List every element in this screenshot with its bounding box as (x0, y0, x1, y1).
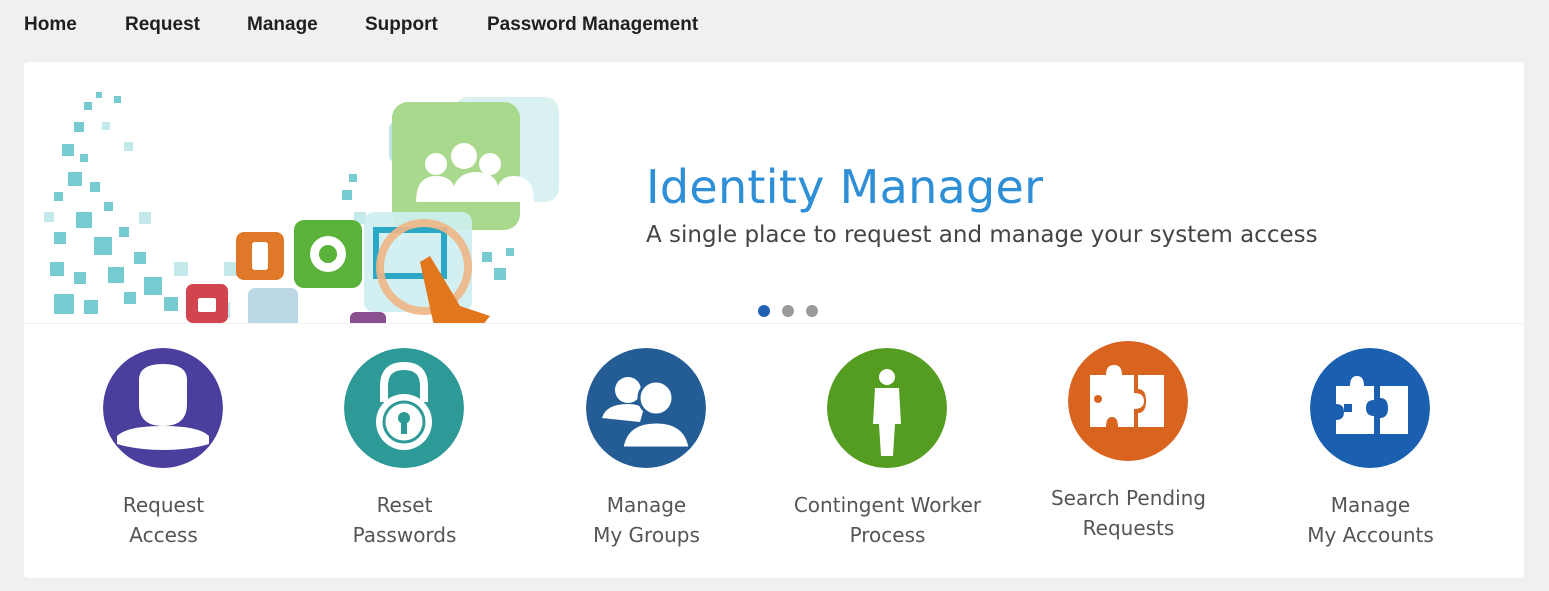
tile-label-line1: Reset (376, 493, 433, 517)
puzzle-accounts-icon (1310, 348, 1430, 468)
tile-label-line1: Manage (606, 493, 687, 517)
nav-home[interactable]: Home (24, 14, 77, 36)
manage-my-groups-tile[interactable]: Manage My Groups (526, 324, 767, 564)
tile-label-line2: My Accounts (1307, 523, 1434, 547)
tile-label-line2: Process (849, 523, 926, 547)
hero-banner: Identity Manager A single place to reque… (24, 62, 1524, 323)
carousel-dot-2[interactable] (782, 305, 794, 317)
padlock-icon (344, 348, 464, 468)
hero-title: Identity Manager (646, 160, 1044, 214)
tile-label-line2: Passwords (352, 523, 457, 547)
tile-label-line1: Request (122, 493, 205, 517)
carousel-dot-3[interactable] (806, 305, 818, 317)
request-access-tile[interactable]: Request Access (43, 324, 284, 564)
tile-label-line1: Contingent Worker (793, 493, 982, 517)
tile-label-line2: Access (129, 523, 198, 547)
quick-links: Request Access Reset Passwords Manage My… (24, 323, 1524, 578)
group-icon (586, 348, 706, 468)
manage-my-accounts-tile[interactable]: Manage My Accounts (1250, 324, 1491, 564)
nav-password-management[interactable]: Password Management (487, 14, 698, 36)
tile-label: Manage My Groups (526, 490, 767, 550)
nav-manage[interactable]: Manage (247, 14, 318, 36)
user-icon (103, 348, 223, 468)
main-panel: Identity Manager A single place to reque… (24, 62, 1524, 578)
contingent-worker-process-tile[interactable]: Contingent Worker Process (767, 324, 1008, 564)
tile-label-line1: Search Pending (1050, 486, 1207, 510)
tile-label: Search Pending Requests (1008, 483, 1249, 543)
top-navigation: Home Request Manage Support Password Man… (0, 0, 1549, 56)
hero-subtitle: A single place to request and manage you… (646, 222, 1318, 248)
worker-icon (827, 348, 947, 468)
reset-passwords-tile[interactable]: Reset Passwords (284, 324, 525, 564)
tile-label-line1: Manage (1330, 493, 1411, 517)
hero-illustration (44, 92, 559, 323)
tile-label: Manage My Accounts (1250, 490, 1491, 550)
tile-label-line2: My Groups (593, 523, 700, 547)
puzzle-icon (1068, 341, 1188, 461)
nav-support[interactable]: Support (365, 14, 438, 36)
tile-label-line2: Requests (1082, 516, 1175, 540)
tile-label: Contingent Worker Process (767, 490, 1008, 550)
tile-label: Request Access (43, 490, 284, 550)
search-pending-requests-tile[interactable]: Search Pending Requests (1008, 324, 1249, 564)
nav-request[interactable]: Request (125, 14, 200, 36)
tile-label: Reset Passwords (284, 490, 525, 550)
carousel-dot-1[interactable] (758, 305, 770, 317)
